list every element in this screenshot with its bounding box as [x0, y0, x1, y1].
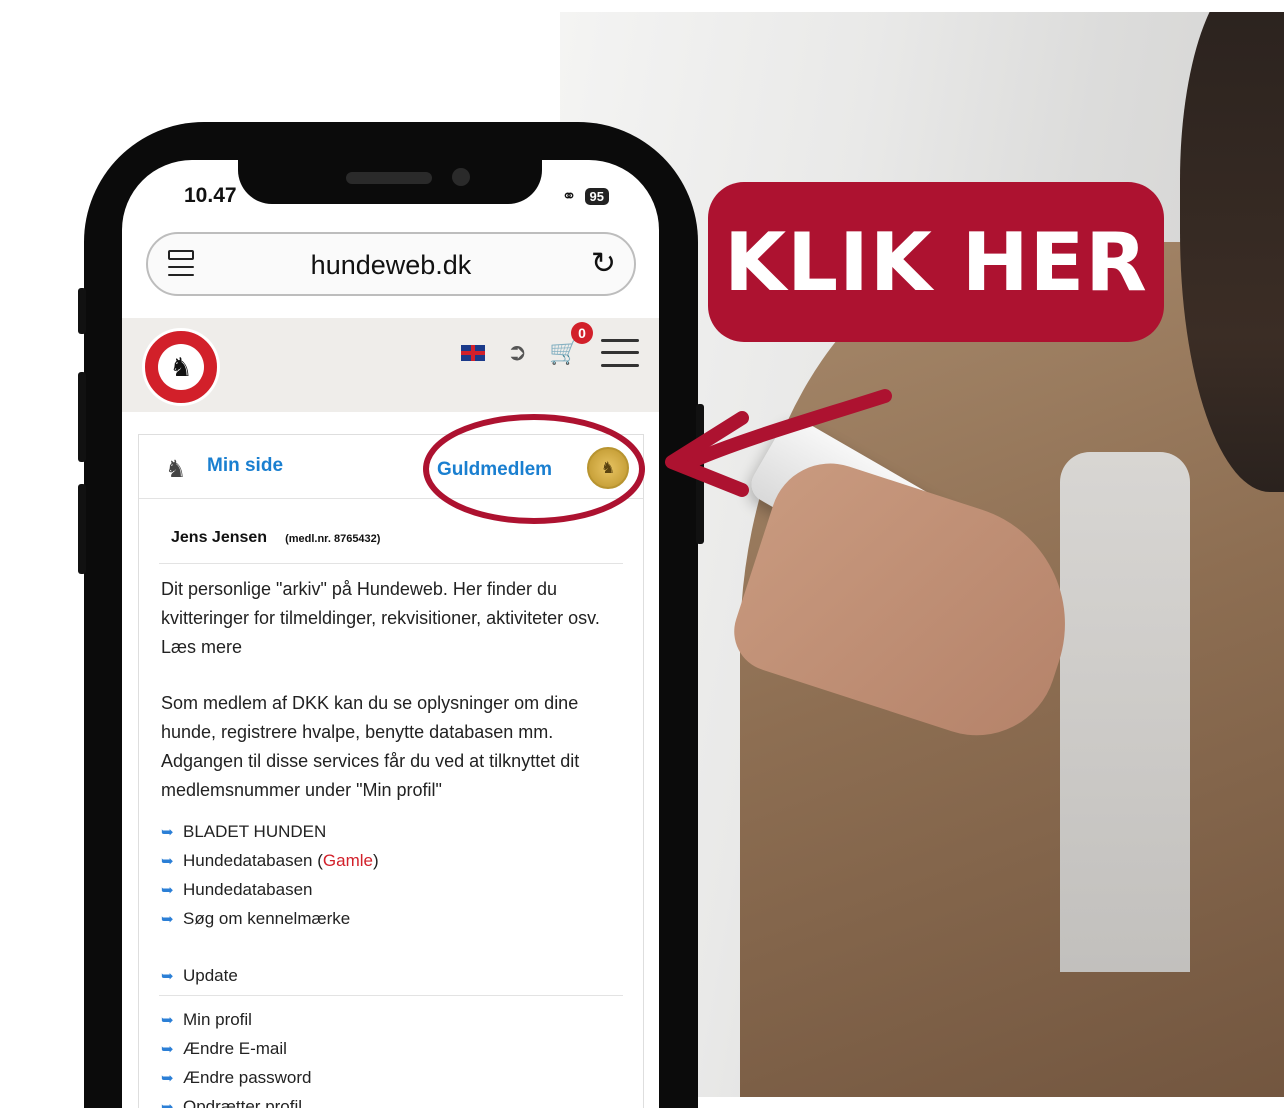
list-item[interactable]: ➥ Update [161, 961, 621, 990]
arrow-icon: ➥ [161, 1098, 174, 1108]
callout-text: KLIK HER [724, 215, 1148, 309]
member-number: (medl.nr. 8765432) [285, 533, 381, 545]
cart-icon[interactable]: 🛒 0 [549, 322, 593, 367]
link-aendre-email[interactable]: Ændre E-mail [183, 1039, 287, 1059]
member-card: ♞ Min side Guldmedlem ♞ Jens Jensen (medl… [138, 434, 644, 1108]
arrow-icon: ➥ [161, 1069, 174, 1087]
notch-camera [452, 168, 470, 186]
member-name-text: Jens Jensen [171, 529, 268, 546]
arrow-icon: ➥ [161, 1040, 174, 1058]
phone-side-button [78, 484, 86, 574]
profile-link-list: ➥ Min profil ➥ Ændre E-mail ➥ Ændre passwor… [161, 1005, 621, 1108]
gamle-label[interactable]: Gamle [323, 851, 373, 871]
link-opdraetter-profil[interactable]: Opdrætter profil [183, 1097, 302, 1108]
browser-address-bar[interactable]: hundeweb.dk ↻ [146, 232, 636, 296]
battery-indicator: 95 [584, 188, 609, 205]
phone-screen: 10.47 ⚭ 95 hundeweb.dk ↻ ♞ ➲ 🛒 0 ♞ Min s… [122, 160, 659, 1108]
url-text[interactable]: hundeweb.dk [148, 250, 634, 281]
info-text: Som medlem af DKK kan du se oplysninger … [161, 693, 580, 800]
phone-notch [238, 160, 542, 204]
arrow-icon: ➥ [161, 910, 174, 928]
photo-bottom-strip [690, 1097, 1284, 1108]
reload-icon[interactable]: ↻ [591, 246, 616, 281]
arrow-icon: ➥ [161, 852, 174, 870]
header-icons: ➲ 🛒 0 [461, 322, 639, 367]
link-kennelmaerke[interactable]: Søg om kennelmærke [183, 909, 350, 929]
link-hundedatabasen[interactable]: Hundedatabasen [183, 880, 313, 900]
link-hundedatabasen-old[interactable]: Hundedatabasen ( [183, 851, 323, 871]
dog-icon: ♞ [165, 456, 187, 483]
link-list: ➥ BLADET HUNDEN ➥ Hundedatabasen (Gamle) ➥… [161, 817, 621, 933]
list-item[interactable]: ➥ BLADET HUNDEN [161, 817, 621, 846]
arrow-icon: ➥ [161, 823, 174, 841]
link-min-profil[interactable]: Min profil [183, 1010, 252, 1030]
list-item[interactable]: ➥ Min profil [161, 1005, 621, 1034]
arrow-icon: ➥ [161, 1011, 174, 1029]
close-paren: ) [372, 850, 379, 870]
status-time: 10.47 [184, 184, 237, 207]
member-name: Jens Jensen (medl.nr. 8765432) [171, 529, 380, 547]
list-item[interactable]: ➥ Ændre password [161, 1063, 621, 1092]
menu-icon[interactable] [601, 338, 639, 367]
link-bladet-hunden[interactable]: BLADET HUNDEN [183, 822, 326, 842]
dog-logo-icon: ♞ [158, 344, 204, 390]
card-header: ♞ Min side Guldmedlem ♞ [139, 435, 643, 499]
gold-member-badge-icon[interactable]: ♞ [587, 447, 629, 489]
list-item[interactable]: ➥ Hundedatabasen [161, 875, 621, 904]
status-icons: ⚭ 95 [561, 186, 609, 207]
arrow-icon: ➥ [161, 967, 174, 985]
phone-side-button [78, 372, 86, 462]
list-item[interactable]: ➥ Opdrætter profil [161, 1092, 621, 1108]
wifi-icon: ⚭ [561, 186, 577, 206]
link-update[interactable]: Update [183, 966, 238, 986]
notch-speaker [346, 172, 432, 184]
divider [159, 563, 623, 564]
update-list: ➥ Update [161, 961, 621, 990]
list-item[interactable]: ➥ Søg om kennelmærke [161, 904, 621, 933]
list-item[interactable]: ➥ Ændre E-mail [161, 1034, 621, 1063]
cart-count-badge: 0 [571, 322, 593, 344]
guldmedlem-link[interactable]: Guldmedlem [437, 459, 552, 481]
intro-text: Dit personlige "arkiv" på Hundeweb. Her … [161, 579, 600, 657]
divider [159, 995, 623, 996]
shirt-shape [1060, 452, 1190, 972]
klik-her-callout: KLIK HER [708, 182, 1164, 342]
phone-side-button [696, 404, 704, 544]
dkk-logo[interactable]: ♞ [142, 328, 220, 406]
min-side-link[interactable]: Min side [207, 455, 283, 477]
site-header: ♞ ➲ 🛒 0 [122, 318, 659, 412]
login-icon[interactable]: ➲ [507, 338, 527, 367]
list-item[interactable]: ➥ Hundedatabasen (Gamle) [161, 846, 621, 875]
arrow-icon: ➥ [161, 881, 174, 899]
phone-side-button [78, 288, 86, 334]
link-aendre-password[interactable]: Ændre password [183, 1068, 312, 1088]
uk-flag-icon[interactable] [461, 344, 485, 361]
